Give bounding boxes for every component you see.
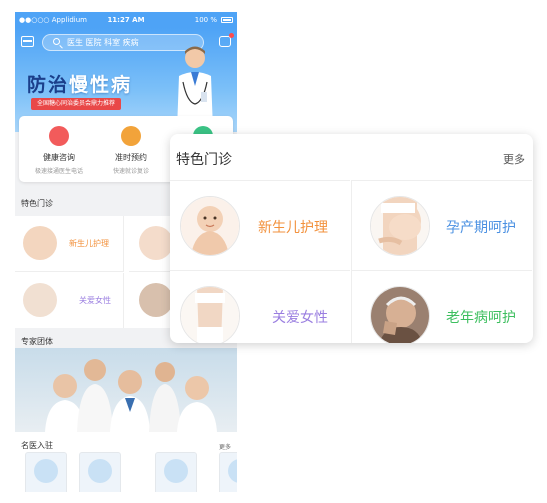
- famous-section-title: 名医入驻: [21, 441, 53, 450]
- team-section-title: 专家团体: [21, 337, 53, 346]
- feature-newborn-large[interactable]: 新生儿护理: [170, 180, 350, 270]
- feature-newborn[interactable]: 新生儿护理: [15, 216, 124, 272]
- expert-team-photo[interactable]: [15, 348, 237, 432]
- health-consult-button[interactable]: 健康咨询 极速接通医生电话: [19, 126, 99, 175]
- feature-elderly-large[interactable]: 老年病呵护: [351, 270, 532, 343]
- battery-icon: [221, 17, 233, 23]
- feature-pregnancy-large[interactable]: 孕产期呵护: [351, 180, 532, 270]
- pregnancy-photo: [370, 196, 430, 256]
- feature-women[interactable]: 关爱女性: [15, 273, 124, 328]
- newborn-label: 新生儿护理: [258, 220, 328, 236]
- women-photo: [23, 283, 57, 317]
- elderly-label: 老年病呵护: [446, 310, 516, 326]
- women-label: 关爱女性: [272, 310, 328, 326]
- doctor-avatar: [164, 459, 188, 483]
- clock-icon: [121, 126, 141, 146]
- banner-title: 防治慢性病: [27, 74, 133, 96]
- famous-more-link[interactable]: 更多: [219, 442, 231, 451]
- battery-label: 100 %: [194, 16, 217, 24]
- elderly-photo: [370, 286, 430, 343]
- team-illustration: [45, 359, 217, 432]
- doctor-card[interactable]: [155, 452, 197, 492]
- doctor-avatar: [228, 459, 237, 483]
- feature-women-large[interactable]: 关爱女性: [170, 270, 350, 343]
- popup-title: 特色门诊: [176, 152, 232, 168]
- doctor-card[interactable]: [25, 452, 67, 492]
- phone-icon: [49, 126, 69, 146]
- doctor-card[interactable]: [79, 452, 121, 492]
- search-placeholder: 医生 医院 科室 疾病: [67, 38, 139, 47]
- women-photo: [180, 286, 240, 343]
- banner-subtitle: 全国糖心同治委员会鼎力推荐: [31, 98, 122, 110]
- baby-photo: [23, 226, 57, 260]
- search-icon: [53, 38, 60, 45]
- elderly-photo: [139, 283, 173, 317]
- doctor-avatar: [88, 459, 112, 483]
- status-bar: ●●○○○ Applidium 11:27 AM 100 %: [15, 12, 237, 28]
- doctor-avatar: [34, 459, 58, 483]
- pregnancy-photo: [139, 226, 173, 260]
- menu-icon[interactable]: [21, 36, 34, 47]
- features-zoom-card: 特色门诊 更多 新生儿护理 孕产期呵护 关爱女性 老年病呵护: [170, 134, 533, 343]
- appointment-button[interactable]: 准时预约 快速就诊复诊: [91, 126, 171, 175]
- baby-photo: [180, 196, 240, 256]
- famous-doctors-section: 名医入驻 更多: [15, 432, 237, 492]
- popup-more-link[interactable]: 更多: [503, 151, 525, 167]
- features-section-title: 特色门诊: [21, 199, 53, 208]
- doctor-card[interactable]: [219, 452, 237, 492]
- notification-dot: [229, 33, 234, 38]
- pregnancy-label: 孕产期呵护: [446, 220, 516, 236]
